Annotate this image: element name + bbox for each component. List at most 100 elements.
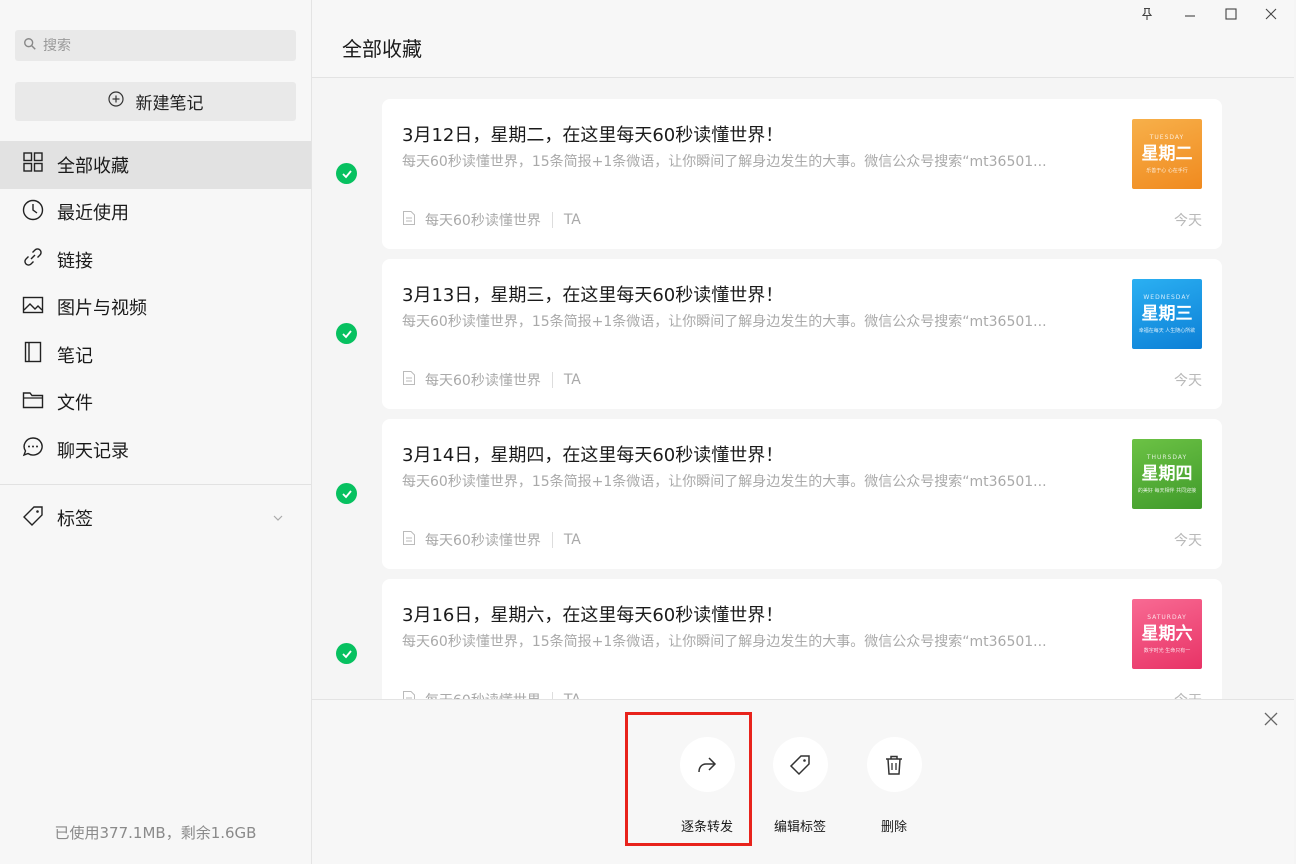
source-name: 每天60秒读懂世界 — [425, 373, 541, 389]
maximize-icon — [1224, 6, 1238, 25]
favorites-list: 3月12日，星期二，在这里每天60秒读懂世界！ 每天60秒读懂世界，15条简报+… — [312, 79, 1294, 699]
sidebar-item-files[interactable]: 文件 — [0, 379, 311, 427]
favorite-card[interactable]: 3月12日，星期二，在这里每天60秒读懂世界！ 每天60秒读懂世界，15条简报+… — [382, 99, 1222, 249]
card-description: 每天60秒读懂世界，15条简报+1条微语，让你瞬间了解身边发生的大事。微信公众号… — [402, 154, 1047, 170]
divider — [0, 484, 311, 485]
pin-button[interactable] — [1137, 5, 1157, 25]
thumbnail-weekday-en: WEDNESDAY — [1143, 294, 1191, 301]
favorite-card[interactable]: 3月16日，星期六，在这里每天60秒读懂世界！ 每天60秒读懂世界，15条简报+… — [382, 579, 1222, 699]
forward-one-by-one-button[interactable]: 逐条转发 — [667, 737, 747, 835]
document-icon — [402, 210, 425, 230]
sidebar-item-all-favorites[interactable]: 全部收藏 — [0, 141, 311, 189]
card-title: 3月13日，星期三，在这里每天60秒读懂世界！ — [402, 285, 784, 306]
thumbnail-weekday-cn: 星期三 — [1141, 304, 1193, 324]
tag-icon — [772, 737, 828, 792]
card-title: 3月12日，星期二，在这里每天60秒读懂世界！ — [402, 125, 784, 146]
minimize-button[interactable] — [1180, 5, 1200, 25]
close-icon — [1264, 6, 1278, 25]
card-title: 3月14日，星期四，在这里每天60秒读懂世界！ — [402, 445, 784, 466]
selected-check-icon[interactable] — [336, 323, 357, 344]
author: TA — [563, 372, 581, 388]
sidebar-item-images-videos[interactable]: 图片与视频 — [0, 284, 311, 332]
list-item: 3月12日，星期二，在这里每天60秒读懂世界！ 每天60秒读懂世界，15条简报+… — [312, 99, 1294, 249]
thumbnail-weekday-en: THURSDAY — [1146, 454, 1188, 461]
action-label: 编辑标签 — [773, 820, 826, 835]
source-name: 每天60秒读懂世界 — [425, 213, 541, 229]
thumbnail-caption: 数字时光 生命只有一 — [1143, 648, 1191, 654]
document-icon — [402, 690, 425, 699]
link-icon — [22, 246, 57, 273]
forward-icon — [679, 737, 735, 792]
card-source: 每天60秒读懂世界 TA — [402, 530, 581, 550]
tag-icon — [22, 505, 57, 532]
action-label: 逐条转发 — [680, 820, 733, 835]
card-description: 每天60秒读懂世界，15条简报+1条微语，让你瞬间了解身边发生的大事。微信公众号… — [402, 634, 1047, 650]
plus-circle-icon — [107, 91, 136, 112]
close-window-button[interactable] — [1261, 5, 1281, 25]
selected-check-icon[interactable] — [336, 643, 357, 664]
separator — [551, 692, 553, 699]
search-box[interactable] — [15, 30, 296, 61]
sidebar-item-label: 标签 — [57, 509, 93, 530]
search-input[interactable] — [43, 37, 283, 54]
card-time: 今天 — [1174, 373, 1202, 389]
list-item: 3月16日，星期六，在这里每天60秒读懂世界！ 每天60秒读懂世界，15条简报+… — [312, 579, 1294, 699]
main-panel: 全部收藏 3月12日，星期二，在这里每天60秒读懂世界！ 每天60秒读懂世界，1… — [312, 0, 1294, 864]
author: TA — [564, 692, 581, 699]
sidebar-item-label: 图片与视频 — [57, 298, 147, 320]
sidebar-item-label: 最近使用 — [57, 203, 129, 225]
grid-icon — [22, 151, 57, 178]
new-note-button[interactable]: 新建笔记 — [15, 82, 296, 121]
selected-check-icon[interactable] — [336, 163, 357, 184]
document-icon — [402, 530, 425, 550]
image-icon — [22, 294, 57, 321]
minimize-icon — [1183, 6, 1197, 25]
separator — [551, 212, 553, 228]
chat-icon — [22, 436, 57, 463]
sidebar-item-label: 全部收藏 — [57, 155, 129, 177]
folder-icon — [22, 389, 57, 416]
card-time: 今天 — [1174, 690, 1202, 699]
sidebar-item-label: 笔记 — [57, 345, 93, 367]
search-icon — [23, 36, 37, 55]
thumbnail-caption: 幸福在每天 人生随心所欲 — [1138, 328, 1196, 334]
multi-select-action-bar: 逐条转发 编辑标签 删除 — [312, 699, 1294, 864]
action-label: 删除 — [880, 820, 907, 835]
list-item: 3月13日，星期三，在这里每天60秒读懂世界！ 每天60秒读懂世界，15条简报+… — [312, 259, 1294, 409]
maximize-button[interactable] — [1221, 5, 1241, 25]
sidebar: 新建笔记 全部收藏 最近使用 链接 图片与视频 笔记 文件 聊天记录 — [0, 0, 312, 864]
thumbnail-weekday-cn: 星期二 — [1141, 144, 1193, 164]
card-source: 每天60秒读懂世界 TA — [402, 690, 581, 699]
card-source: 每天60秒读懂世界 TA — [402, 370, 581, 390]
favorite-card[interactable]: 3月13日，星期三，在这里每天60秒读懂世界！ 每天60秒读懂世界，15条简报+… — [382, 259, 1222, 409]
card-thumbnail: WEDNESDAY 星期三 幸福在每天 人生随心所欲 — [1132, 279, 1202, 349]
sidebar-item-tags[interactable]: 标签 — [0, 494, 311, 542]
sidebar-item-links[interactable]: 链接 — [0, 236, 311, 284]
author: TA — [563, 532, 581, 548]
thumbnail-weekday-cn: 星期六 — [1141, 624, 1193, 644]
card-title: 3月16日，星期六，在这里每天60秒读懂世界！ — [402, 605, 784, 626]
source-name: 每天60秒读懂世界 — [425, 690, 541, 699]
pin-icon — [1140, 6, 1154, 25]
source-name: 每天60秒读懂世界 — [425, 533, 541, 549]
author: TA — [563, 212, 581, 228]
selected-check-icon[interactable] — [336, 483, 357, 504]
favorite-card[interactable]: 3月14日，星期四，在这里每天60秒读懂世界！ 每天60秒读懂世界，15条简报+… — [382, 419, 1222, 569]
card-description: 每天60秒读懂世界，15条简报+1条微语，让你瞬间了解身边发生的大事。微信公众号… — [402, 474, 1047, 490]
sidebar-nav: 全部收藏 最近使用 链接 图片与视频 笔记 文件 聊天记录 — [0, 141, 311, 474]
sidebar-item-label: 聊天记录 — [57, 440, 129, 462]
sidebar-item-notes[interactable]: 笔记 — [0, 331, 311, 379]
sidebar-item-chat-records[interactable]: 聊天记录 — [0, 426, 311, 474]
sidebar-item-recent[interactable]: 最近使用 — [0, 189, 311, 237]
card-thumbnail: SATURDAY 星期六 数字时光 生命只有一 — [1132, 599, 1202, 669]
new-note-label: 新建笔记 — [135, 94, 204, 114]
card-time: 今天 — [1174, 533, 1202, 549]
card-thumbnail: TUESDAY 星期二 乐善于心 心在手行 — [1132, 119, 1202, 189]
card-source: 每天60秒读懂世界 TA — [402, 210, 581, 230]
edit-tags-button[interactable]: 编辑标签 — [760, 737, 840, 835]
delete-button[interactable]: 删除 — [854, 737, 934, 835]
storage-usage: 已使用377.1MB，剩余1.6GB — [54, 824, 257, 842]
card-thumbnail: THURSDAY 星期四 的美好 每天相伴 共同迎接 — [1132, 439, 1202, 509]
close-action-bar-button[interactable] — [1263, 711, 1281, 729]
sidebar-item-label: 文件 — [57, 393, 93, 415]
